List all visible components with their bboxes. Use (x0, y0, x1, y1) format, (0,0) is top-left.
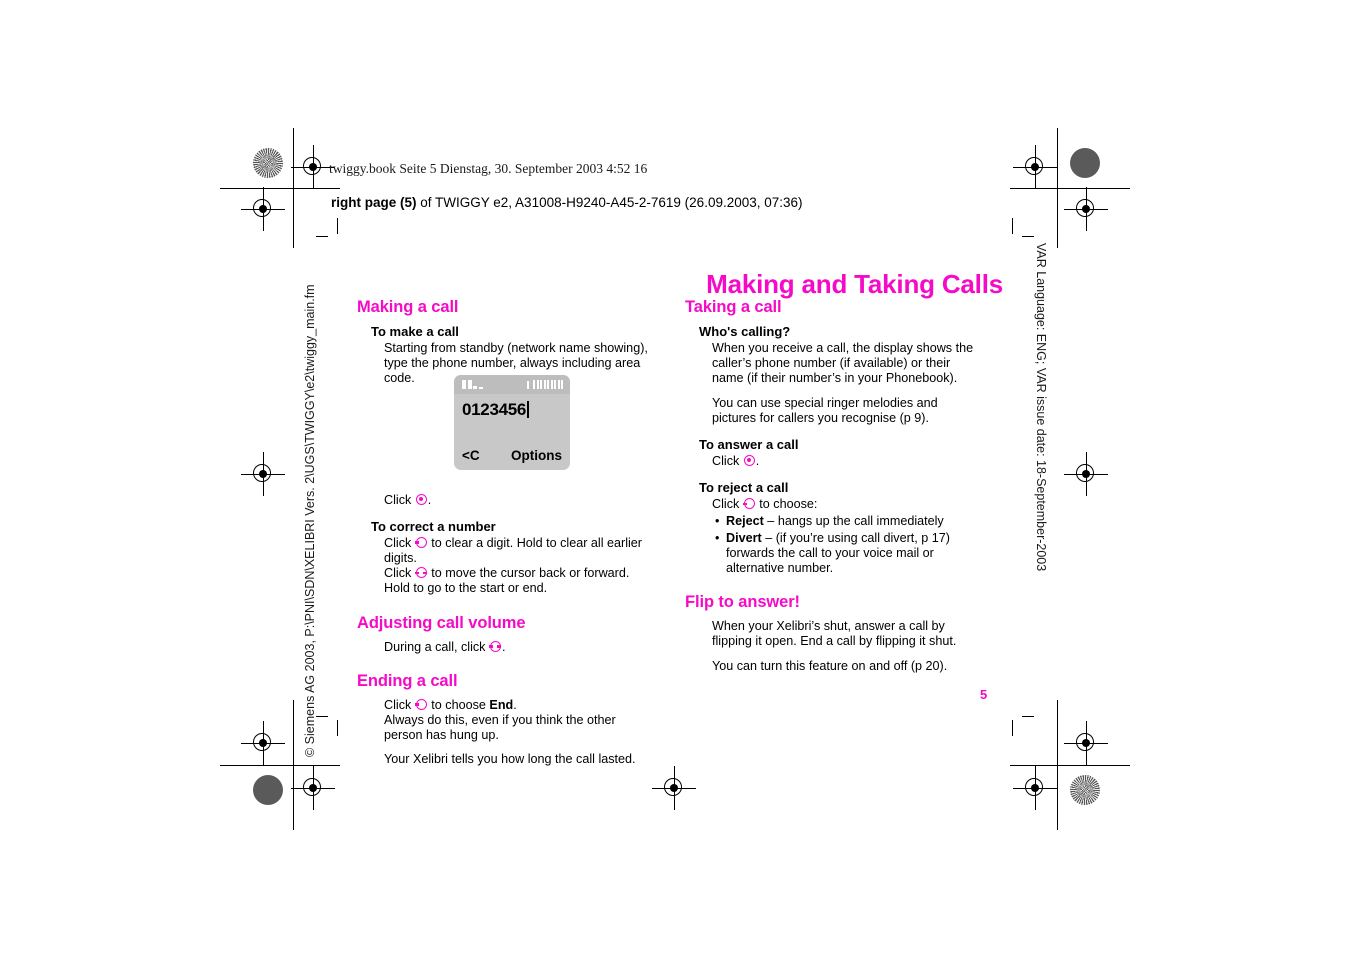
registration-target-mid-right (1064, 452, 1108, 496)
signal-strength-icon (462, 380, 483, 389)
paragraph-click-select: Click . (384, 493, 657, 508)
fold-tick-right-top-v (1012, 218, 1013, 234)
phone-number-digits: 0123456 (462, 400, 527, 419)
click-period: . (427, 492, 432, 507)
fold-tick-left-top-v (337, 218, 338, 234)
document-reference-detail: of TWIGGY e2, A31008-H9240-A45-2-7619 (2… (416, 195, 803, 210)
paragraph-flip-open: When your Xelibri’s shut, answer a call … (712, 619, 957, 649)
subheading-to-answer-a-call: To answer a call (699, 437, 799, 453)
registration-target-top-left (241, 187, 285, 231)
bullet-label-divert: Divert (726, 530, 762, 545)
bullet-label-reject: Reject (726, 514, 764, 529)
section-heading-ending-a-call: Ending a call (357, 671, 458, 690)
phone-number-entry: 0123456 (462, 400, 529, 420)
density-patch-top-right (1070, 148, 1100, 178)
click-label-nav: Click (384, 566, 412, 581)
fold-tick-right-bottom (1022, 716, 1034, 717)
clear-key-icon (415, 536, 427, 548)
softkey-left-label: <C (462, 448, 480, 463)
paragraph-move-cursor: Click to move the cursor back or forward… (384, 566, 657, 596)
section-heading-making-a-call: Making a call (357, 298, 459, 316)
registration-target-bottom-center (652, 766, 696, 810)
registration-target-mid-left (241, 452, 285, 496)
paragraph-caller-display: When you receive a call, the display sho… (712, 341, 974, 386)
battery-icon (526, 380, 563, 389)
paragraph-adjust-volume: During a call, click . (384, 640, 657, 655)
fold-tick-left-bottom-v (337, 720, 338, 736)
select-key-icon (415, 493, 427, 505)
clear-key-icon-end (415, 698, 427, 710)
end-choose-text: to choose (431, 697, 486, 712)
side-text-left: © Siemens AG 2003, P:\PNI\SDN\XELIBRI Ve… (303, 284, 317, 757)
page-number: 5 (980, 687, 988, 702)
end-bold-label: End (489, 697, 514, 712)
file-stamp: twiggy.book Seite 5 Dienstag, 30. Septem… (329, 161, 648, 176)
crop-line-top-horizontal (220, 188, 340, 189)
document-reference-line: right page (5) of TWIGGY e2, A31008-H924… (331, 195, 803, 210)
side-text-right: VAR Language: ENG; VAR issue date: 18-Se… (1034, 243, 1048, 572)
registration-target-bottom-left (241, 721, 285, 765)
subheading-to-correct-a-number: To correct a number (371, 518, 496, 534)
crop-line-bottom-horizontal (220, 765, 340, 766)
paragraph-clear-digit: Click to clear a digit. Hold to clear al… (384, 536, 657, 566)
crop-line-bottom-horizontal-right (1010, 765, 1130, 766)
paragraph-flip-toggle: You can turn this feature on and off (p … (712, 658, 948, 673)
navigation-key-icon (415, 567, 428, 579)
star-target-top-left (253, 148, 283, 178)
click-label-answer: Click (712, 454, 740, 469)
select-key-icon-answer (743, 455, 755, 467)
fold-tick-right-top (1022, 236, 1034, 237)
list-item: Reject – hangs up the call immediately (715, 514, 985, 529)
during-call-label: During a call, click (384, 639, 486, 654)
fold-tick-left-bottom (316, 716, 328, 717)
end-period: . (513, 697, 517, 712)
click-label-end: Click (384, 697, 412, 712)
paragraph-answer-click: Click . (712, 454, 985, 469)
paragraph-reject-click: Click to choose: (712, 497, 985, 512)
paragraph-end-call: Click to choose End. (384, 698, 657, 713)
registration-target-top-right (1064, 187, 1108, 231)
phone-display-figure: 0123456 <C Options (454, 375, 570, 470)
document-reference-page: right page (5) (331, 195, 417, 210)
clear-key-icon-reject (743, 498, 755, 510)
paragraph-ringer-melodies: You can use special ringer melodies and … (712, 395, 938, 425)
click-label-reject: Click (712, 497, 740, 512)
click-label: Click (384, 492, 412, 507)
volume-period: . (501, 639, 506, 654)
subheading-to-make-a-call: To make a call (371, 324, 459, 339)
registration-target-bottom-left-outer (291, 766, 335, 810)
section-heading-taking-a-call: Taking a call (685, 298, 782, 316)
navigation-key-icon-volume (489, 640, 502, 652)
paragraph-always-do-this: Always do this, even if you think the ot… (384, 713, 616, 743)
paragraph-call-duration: Your Xelibri tells you how long the call… (384, 752, 636, 767)
registration-target-header-right (1013, 145, 1057, 189)
registration-target-bottom-right (1064, 721, 1108, 765)
fold-tick-right-bottom-v (1012, 720, 1013, 736)
subheading-to-reject-a-call: To reject a call (699, 480, 789, 496)
left-column: Making a call To make a call Starting fr… (357, 298, 657, 768)
text-cursor (527, 401, 529, 418)
fold-tick-left-top (316, 236, 328, 237)
right-column: Taking a call Who's calling? When you re… (685, 298, 985, 674)
star-target-bottom-right (1070, 775, 1100, 805)
softkey-right-label: Options (511, 448, 562, 463)
list-item: Divert – (if you’re using call divert, p… (715, 530, 985, 577)
crop-line-top-horizontal-right (1010, 188, 1130, 189)
registration-target-bottom-right-outer (1013, 766, 1057, 810)
click-label-clear: Click (384, 535, 412, 550)
answer-period: . (755, 454, 760, 469)
phone-status-bar (454, 375, 570, 394)
page-title: Making and Taking Calls (706, 269, 1003, 300)
reject-choose-text: to choose: (759, 497, 818, 512)
section-heading-adjusting-call-volume: Adjusting call volume (357, 613, 526, 632)
density-patch-bottom-left (253, 775, 283, 805)
bullet-text-reject: – hangs up the call immediately (763, 514, 944, 529)
section-heading-flip-to-answer: Flip to answer! (685, 593, 800, 612)
reject-options-list: Reject – hangs up the call immediately D… (685, 514, 985, 576)
registration-target-header (291, 145, 335, 189)
subheading-whos-calling: Who's calling? (699, 324, 791, 339)
